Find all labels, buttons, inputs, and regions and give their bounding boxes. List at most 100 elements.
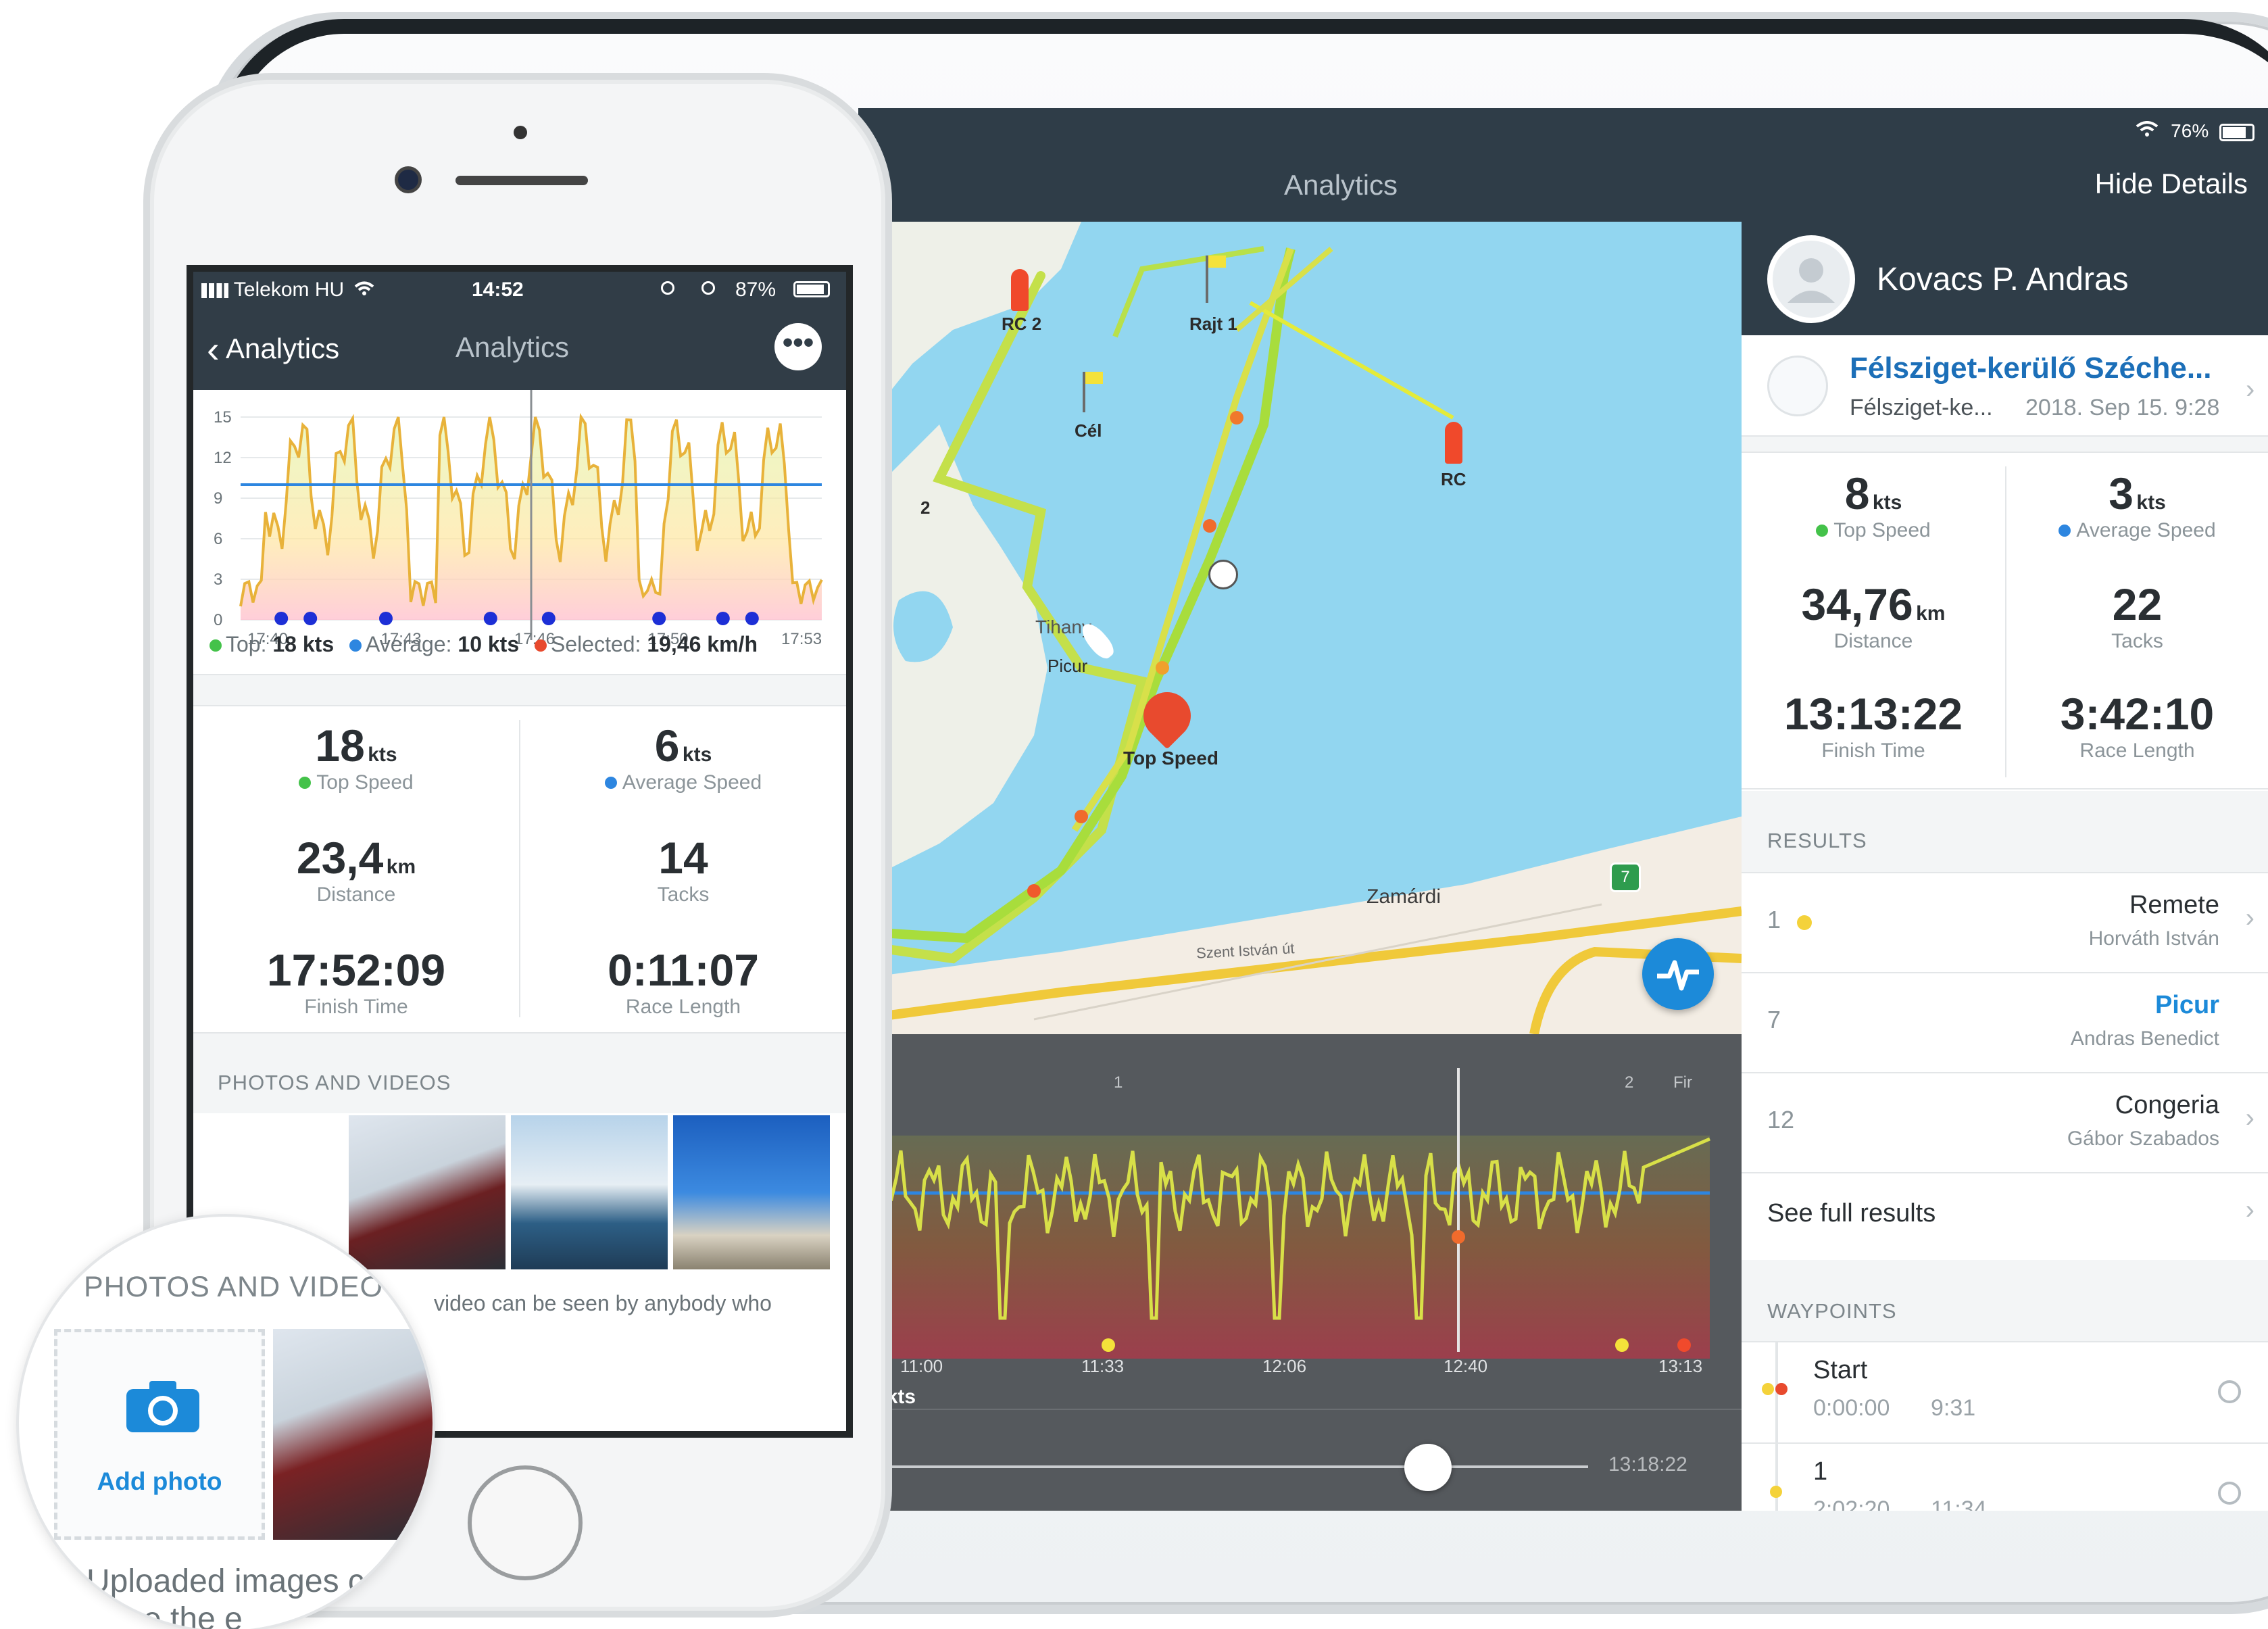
photo-thumbnail[interactable] <box>273 1329 433 1540</box>
graph-time-2: 11:33 <box>1081 1356 1125 1376</box>
stats-panel: 8 kts Top Speed 3 kts Average Speed 34,7… <box>1742 452 2268 789</box>
tack-dot <box>379 612 393 625</box>
stat-label: Race Length <box>2079 739 2195 762</box>
stat-value: 22 <box>2112 579 2163 629</box>
waypoint-row[interactable]: 1 2:02:20 11:34 <box>1742 1442 2268 1511</box>
chevron-right-icon: › <box>2246 374 2255 404</box>
hide-details-button[interactable]: Hide Details <box>2095 168 2248 200</box>
add-photo-button[interactable]: Add photo <box>54 1329 265 1540</box>
map-label-top-speed: Top Speed <box>1123 748 1219 769</box>
profile-header: Kovacs P. Andras <box>1742 222 2268 335</box>
iphone-speed-chart[interactable]: 15 12 9 6 3 0 17:40 17:43 17:46 17:50 17:53 Top: … <box>193 390 846 674</box>
photos-header: PHOTOS AND VIDEOS <box>218 1071 451 1094</box>
battery-percent: 76% <box>2171 120 2209 141</box>
home-button[interactable] <box>468 1465 583 1580</box>
chevron-right-icon: › <box>2245 1195 2254 1225</box>
slider-time-label: 13:18:22 <box>1608 1453 1687 1476</box>
details-panel: Kovacs P. Andras Félsziget-kerülő Széche… <box>1742 222 2268 1511</box>
stat-label: Average Speed <box>2006 519 2268 542</box>
legend-top-value: 18 kts <box>272 632 335 656</box>
ellipsis-icon: ••• <box>782 326 814 359</box>
race-map[interactable]: RC 2 Rajt 1 Cél 2 RC Tihany Picur Top Sp… <box>858 222 1742 1034</box>
chart-legend: Top: 18 kts Average: 10 kts Selected: 19… <box>209 632 758 657</box>
rajt-flag-icon[interactable] <box>1206 256 1229 303</box>
stat-average-speed: 3 kts Average Speed <box>2006 468 2268 542</box>
photo-thumbnail[interactable] <box>511 1115 668 1269</box>
chevron-right-icon: › <box>2245 1103 2254 1133</box>
profile-name: Kovacs P. Andras <box>1877 262 2129 297</box>
stat-value: 23,4 <box>296 833 384 883</box>
legend-avg-value: 10 kts <box>458 632 520 656</box>
stat-distance: 23,4 km Distance <box>193 832 519 906</box>
stat-label: Finish Time <box>304 996 408 1018</box>
waypoint-row[interactable]: Start 0:00:00 9:31 <box>1742 1341 2268 1444</box>
stat-value: 13:13:22 <box>1783 689 1963 739</box>
result-skipper: Gábor Szabados <box>2067 1127 2219 1150</box>
timeline-slider-thumb[interactable] <box>1404 1444 1452 1491</box>
result-row[interactable]: 1 Remete Horváth István › <box>1742 872 2268 972</box>
waypoint-dot-icon <box>1770 1486 1782 1498</box>
map-label-rc: RC <box>1441 469 1466 489</box>
stat-unit: kts <box>368 744 397 766</box>
battery-percent: 87% <box>735 278 776 301</box>
waypoint-radio-icon[interactable] <box>2218 1380 2241 1403</box>
graph-time-3: 12:06 <box>1262 1356 1307 1376</box>
rc-buoy-icon[interactable] <box>1445 422 1462 464</box>
map-label-picur: Picur <box>1047 656 1088 676</box>
photo-thumbnail[interactable] <box>673 1115 830 1269</box>
stat-finish-time: 17:52:09 Finish Time <box>193 944 519 1019</box>
divider-band <box>1742 437 2268 452</box>
more-button[interactable]: ••• <box>774 323 822 370</box>
zoom-note: Uploaded images c <box>87 1563 364 1599</box>
stat-label: Tacks <box>2111 630 2163 652</box>
rc2-buoy-icon[interactable] <box>1011 269 1029 311</box>
blue-dot-icon <box>349 639 362 652</box>
back-button[interactable]: ‹ Analytics <box>207 327 339 371</box>
stat-value: 8 <box>1844 468 1870 518</box>
stat-value: 0:11:07 <box>608 945 759 995</box>
chevron-right-icon: › <box>2245 903 2254 933</box>
activity-fab-button[interactable] <box>1642 938 1714 1010</box>
map-label-cel: Cél <box>1075 420 1102 441</box>
ipad-status-bar: 76% <box>2136 120 2254 142</box>
graph-time-4: 12:40 <box>1444 1356 1488 1376</box>
cel-flag-icon[interactable] <box>1083 372 1106 412</box>
stat-unit: km <box>386 856 416 878</box>
chart-canvas: 15129630 17:40 17:43 17:46 17:50 17:53 <box>214 390 823 648</box>
camera-icon <box>126 1381 199 1432</box>
avatar[interactable] <box>1767 235 1855 323</box>
divider-band <box>193 674 846 706</box>
proximity-sensor <box>514 126 527 139</box>
stat-label: Distance <box>316 883 396 906</box>
stat-label: Top Speed <box>1742 519 2005 542</box>
ipad-screen: 76% Analytics Hide Details RC 2 Rajt 1 C… <box>858 108 2268 1511</box>
waypoint-dots-icon <box>1762 1383 1789 1396</box>
see-full-results-row[interactable]: See full results › <box>1742 1172 2268 1260</box>
y-tick-label: 12 <box>214 449 232 467</box>
result-rank: 12 <box>1767 1106 1795 1134</box>
stat-finish-time: 13:13:22 Finish Time <box>1742 688 2005 762</box>
photo-thumbnail[interactable] <box>349 1115 506 1269</box>
signal-icon <box>201 283 228 299</box>
road-sign-number: 7 <box>1621 868 1630 886</box>
race-row[interactable]: Félsziget-kerülő Széche... Félsziget-ke.… <box>1742 335 2268 437</box>
ipad-speed-graph[interactable]: 1 2 Fir 11:00 11:33 12:06 12:40 13:13 36… <box>858 1034 1742 1511</box>
result-row[interactable]: 7 Picur Andras Benedict <box>1742 972 2268 1072</box>
location-icon <box>661 281 674 295</box>
green-dot-icon <box>1816 525 1829 537</box>
zoom-header: PHOTOS AND VIDEO <box>84 1271 383 1303</box>
camera-marker-icon[interactable] <box>1208 560 1238 589</box>
stat-value: 18 <box>315 721 365 771</box>
legend-avg-label: Average: <box>366 632 452 656</box>
iphone-nav-bar: Telekom HU 14:52 87% ‹ Analytics Analyti… <box>193 272 846 390</box>
wifi-icon <box>354 278 374 295</box>
road-sign-icon: 7 <box>1610 862 1641 892</box>
waypoint-radio-icon[interactable] <box>2218 1482 2241 1505</box>
y-tick-label: 15 <box>214 408 232 427</box>
result-row[interactable]: 12 Congeria Gábor Szabados › <box>1742 1072 2268 1172</box>
yellow-dot-icon <box>1797 915 1812 930</box>
race-logo <box>1767 356 1828 416</box>
ipad-page-title: Analytics <box>1284 169 1398 201</box>
result-skipper: Andras Benedict <box>2070 1027 2219 1050</box>
tack-dot <box>745 612 759 625</box>
